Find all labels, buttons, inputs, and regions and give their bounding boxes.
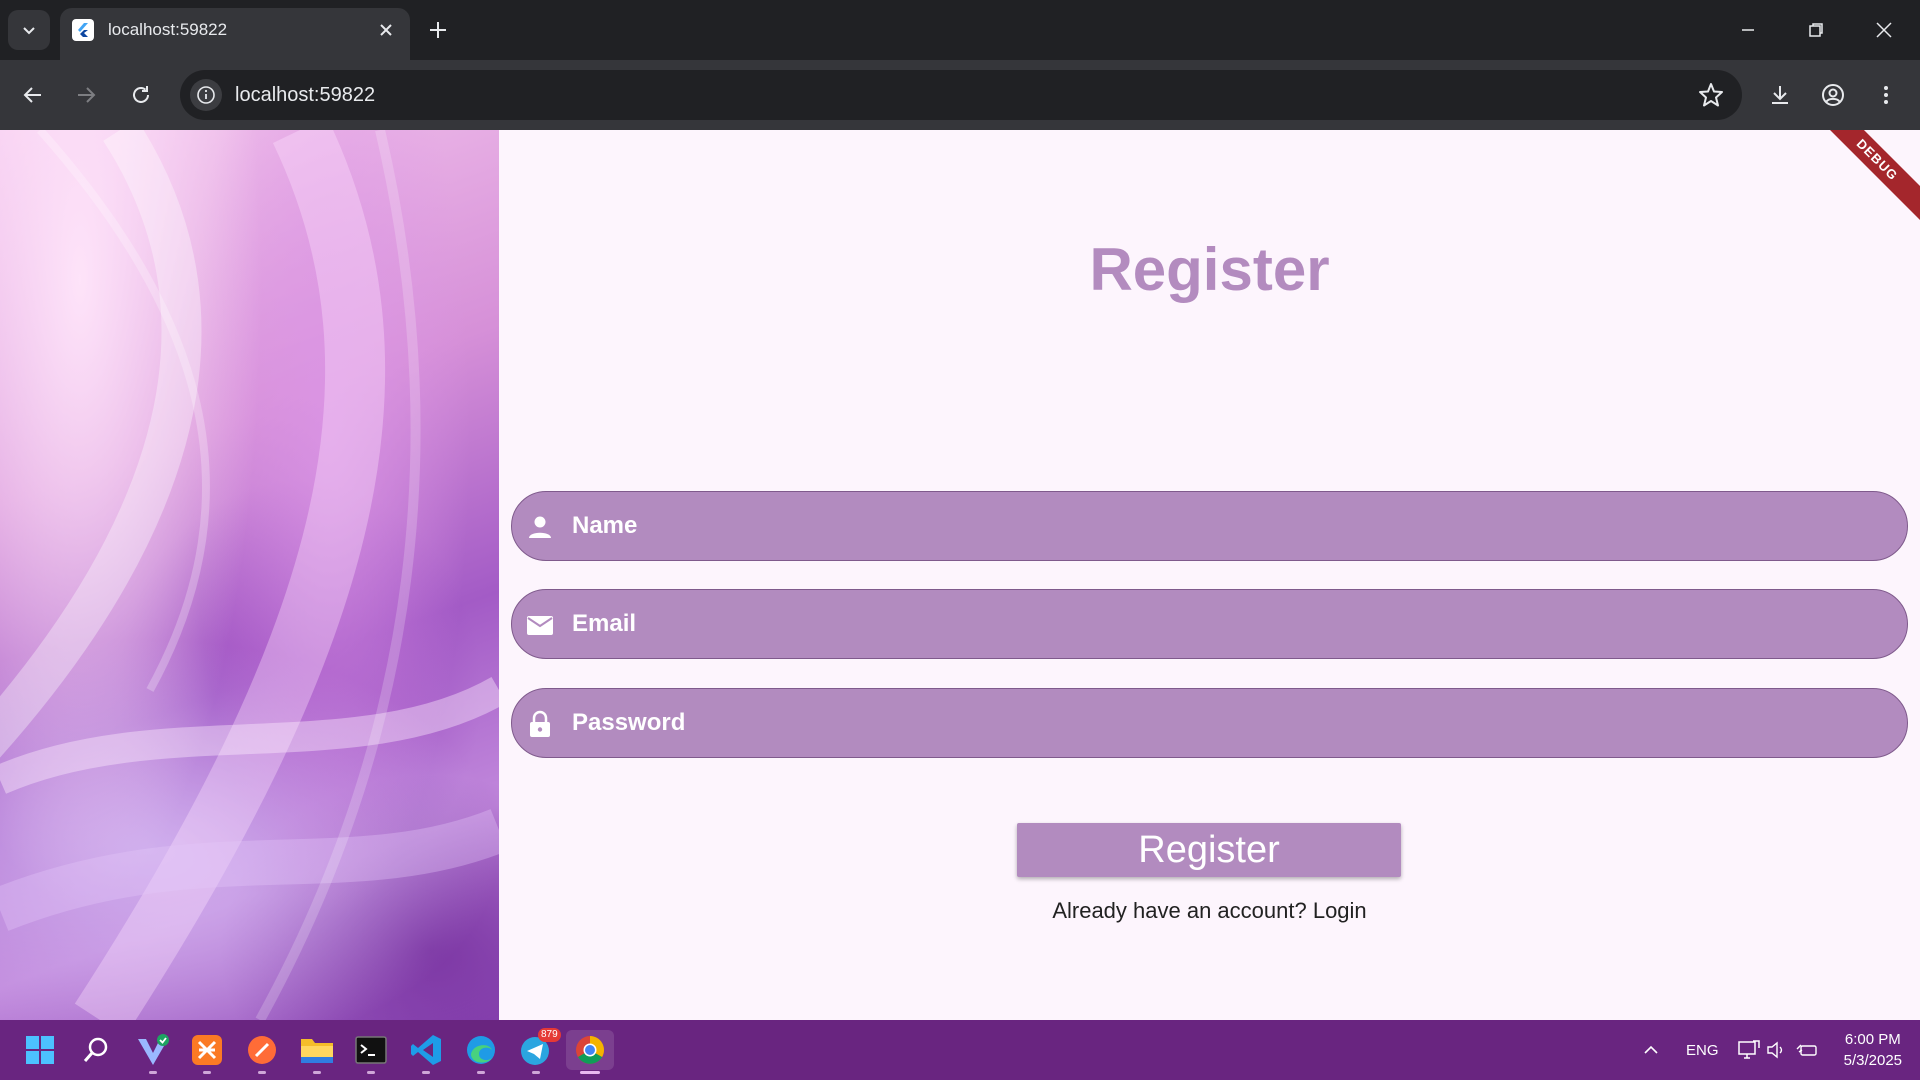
minimize-button[interactable] [1732, 14, 1764, 46]
close-tab-icon[interactable] [376, 20, 396, 40]
mail-icon [527, 616, 553, 635]
browser-tab[interactable]: localhost:59822 [60, 8, 410, 60]
download-icon [1772, 86, 1788, 104]
clock-date: 5/3/2025 [1843, 1052, 1902, 1069]
taskbar-app-explorer[interactable] [297, 1030, 337, 1070]
name-field[interactable]: Name [511, 491, 1908, 561]
more-vert-icon [1884, 86, 1888, 104]
xampp-icon [192, 1035, 222, 1065]
menu-button[interactable] [1868, 77, 1904, 113]
running-indicator [149, 1071, 157, 1074]
address-bar[interactable]: localhost:59822 [180, 70, 1742, 120]
url-text[interactable]: localhost:59822 [235, 70, 375, 120]
email-field[interactable]: Email [511, 589, 1908, 659]
active-indicator [580, 1071, 600, 1074]
browser-titlebar: localhost:59822 [0, 0, 1920, 60]
new-tab-icon[interactable] [424, 16, 452, 44]
volume-icon[interactable] [1766, 1020, 1786, 1080]
running-indicator [367, 1071, 375, 1074]
register-button[interactable]: Register [1017, 823, 1401, 877]
edge-icon [467, 1036, 495, 1064]
chrome-icon [576, 1036, 604, 1064]
search-icon [83, 1037, 108, 1062]
chevron-down-icon [23, 27, 35, 35]
profile-button[interactable] [1815, 77, 1851, 113]
start-button[interactable] [20, 1030, 60, 1070]
taskbar-app-vector[interactable] [133, 1030, 173, 1070]
vscode-icon [411, 1035, 441, 1065]
tab-search-button[interactable] [8, 10, 50, 50]
browser-toolbar: localhost:59822 [0, 60, 1920, 130]
postman-icon [248, 1036, 276, 1064]
abstract-waves-image [0, 130, 499, 1020]
taskbar-search-button[interactable] [76, 1030, 116, 1070]
reload-button[interactable] [123, 77, 159, 113]
hero-image [0, 130, 499, 1020]
taskbar-app-terminal[interactable] [351, 1030, 391, 1070]
running-indicator [422, 1071, 430, 1074]
tray-overflow-button[interactable] [1642, 1020, 1660, 1080]
minimize-icon [1742, 29, 1754, 31]
email-field-label: Email [572, 610, 637, 637]
name-field-label: Name [572, 512, 638, 539]
password-field-label: Password [572, 709, 686, 736]
arrow-left-icon [23, 87, 41, 103]
running-indicator [477, 1071, 485, 1074]
site-info-icon[interactable] [190, 79, 222, 111]
flutter-favicon-icon [72, 19, 94, 41]
tab-title: localhost:59822 [108, 20, 228, 39]
battery-icon[interactable] [1796, 1020, 1818, 1080]
chevron-up-icon [1644, 1045, 1658, 1054]
bookmark-star-icon[interactable] [1698, 82, 1724, 108]
vector-app-icon [138, 1034, 169, 1065]
close-window-button[interactable] [1868, 14, 1900, 46]
arrow-right-icon [78, 87, 96, 103]
running-indicator [313, 1071, 321, 1074]
app-page: DEBUG Register Name Email Password Regis… [0, 130, 1920, 1020]
page-title: Register [1089, 236, 1330, 303]
start-icon [26, 1036, 54, 1064]
restore-icon [1809, 23, 1823, 37]
clock-time: 6:00 PM [1844, 1031, 1901, 1048]
reload-icon [133, 86, 149, 103]
forward-button[interactable] [68, 77, 104, 113]
taskbar-app-postman[interactable] [242, 1030, 282, 1070]
taskbar-app-edge[interactable] [461, 1030, 501, 1070]
running-indicator [532, 1071, 540, 1074]
taskbar-app-chrome[interactable] [566, 1030, 614, 1070]
telegram-badge: 879 [538, 1028, 561, 1042]
downloads-button[interactable] [1762, 77, 1798, 113]
running-indicator [203, 1071, 211, 1074]
windows-taskbar: 879 ENG 6:00 PM 5/3/2025 [0, 1020, 1920, 1080]
running-indicator [258, 1071, 266, 1074]
terminal-icon [355, 1036, 387, 1064]
password-field[interactable]: Password [511, 688, 1908, 758]
lock-icon [530, 710, 550, 737]
system-clock[interactable]: 6:00 PM 5/3/2025 [1844, 1029, 1902, 1071]
close-icon [1876, 22, 1892, 38]
taskbar-app-telegram[interactable]: 879 [516, 1028, 561, 1070]
taskbar-app-vscode[interactable] [406, 1030, 446, 1070]
file-explorer-icon [301, 1039, 333, 1063]
network-icon[interactable] [1738, 1020, 1760, 1080]
taskbar-app-xampp[interactable] [187, 1030, 227, 1070]
login-link[interactable]: Already have an account? Login [499, 898, 1920, 924]
back-button[interactable] [15, 77, 51, 113]
language-indicator[interactable]: ENG [1686, 1020, 1719, 1080]
debug-banner: DEBUG [1808, 130, 1920, 229]
person-icon [529, 516, 551, 538]
account-circle-icon [1822, 84, 1844, 106]
restore-button[interactable] [1800, 14, 1832, 46]
